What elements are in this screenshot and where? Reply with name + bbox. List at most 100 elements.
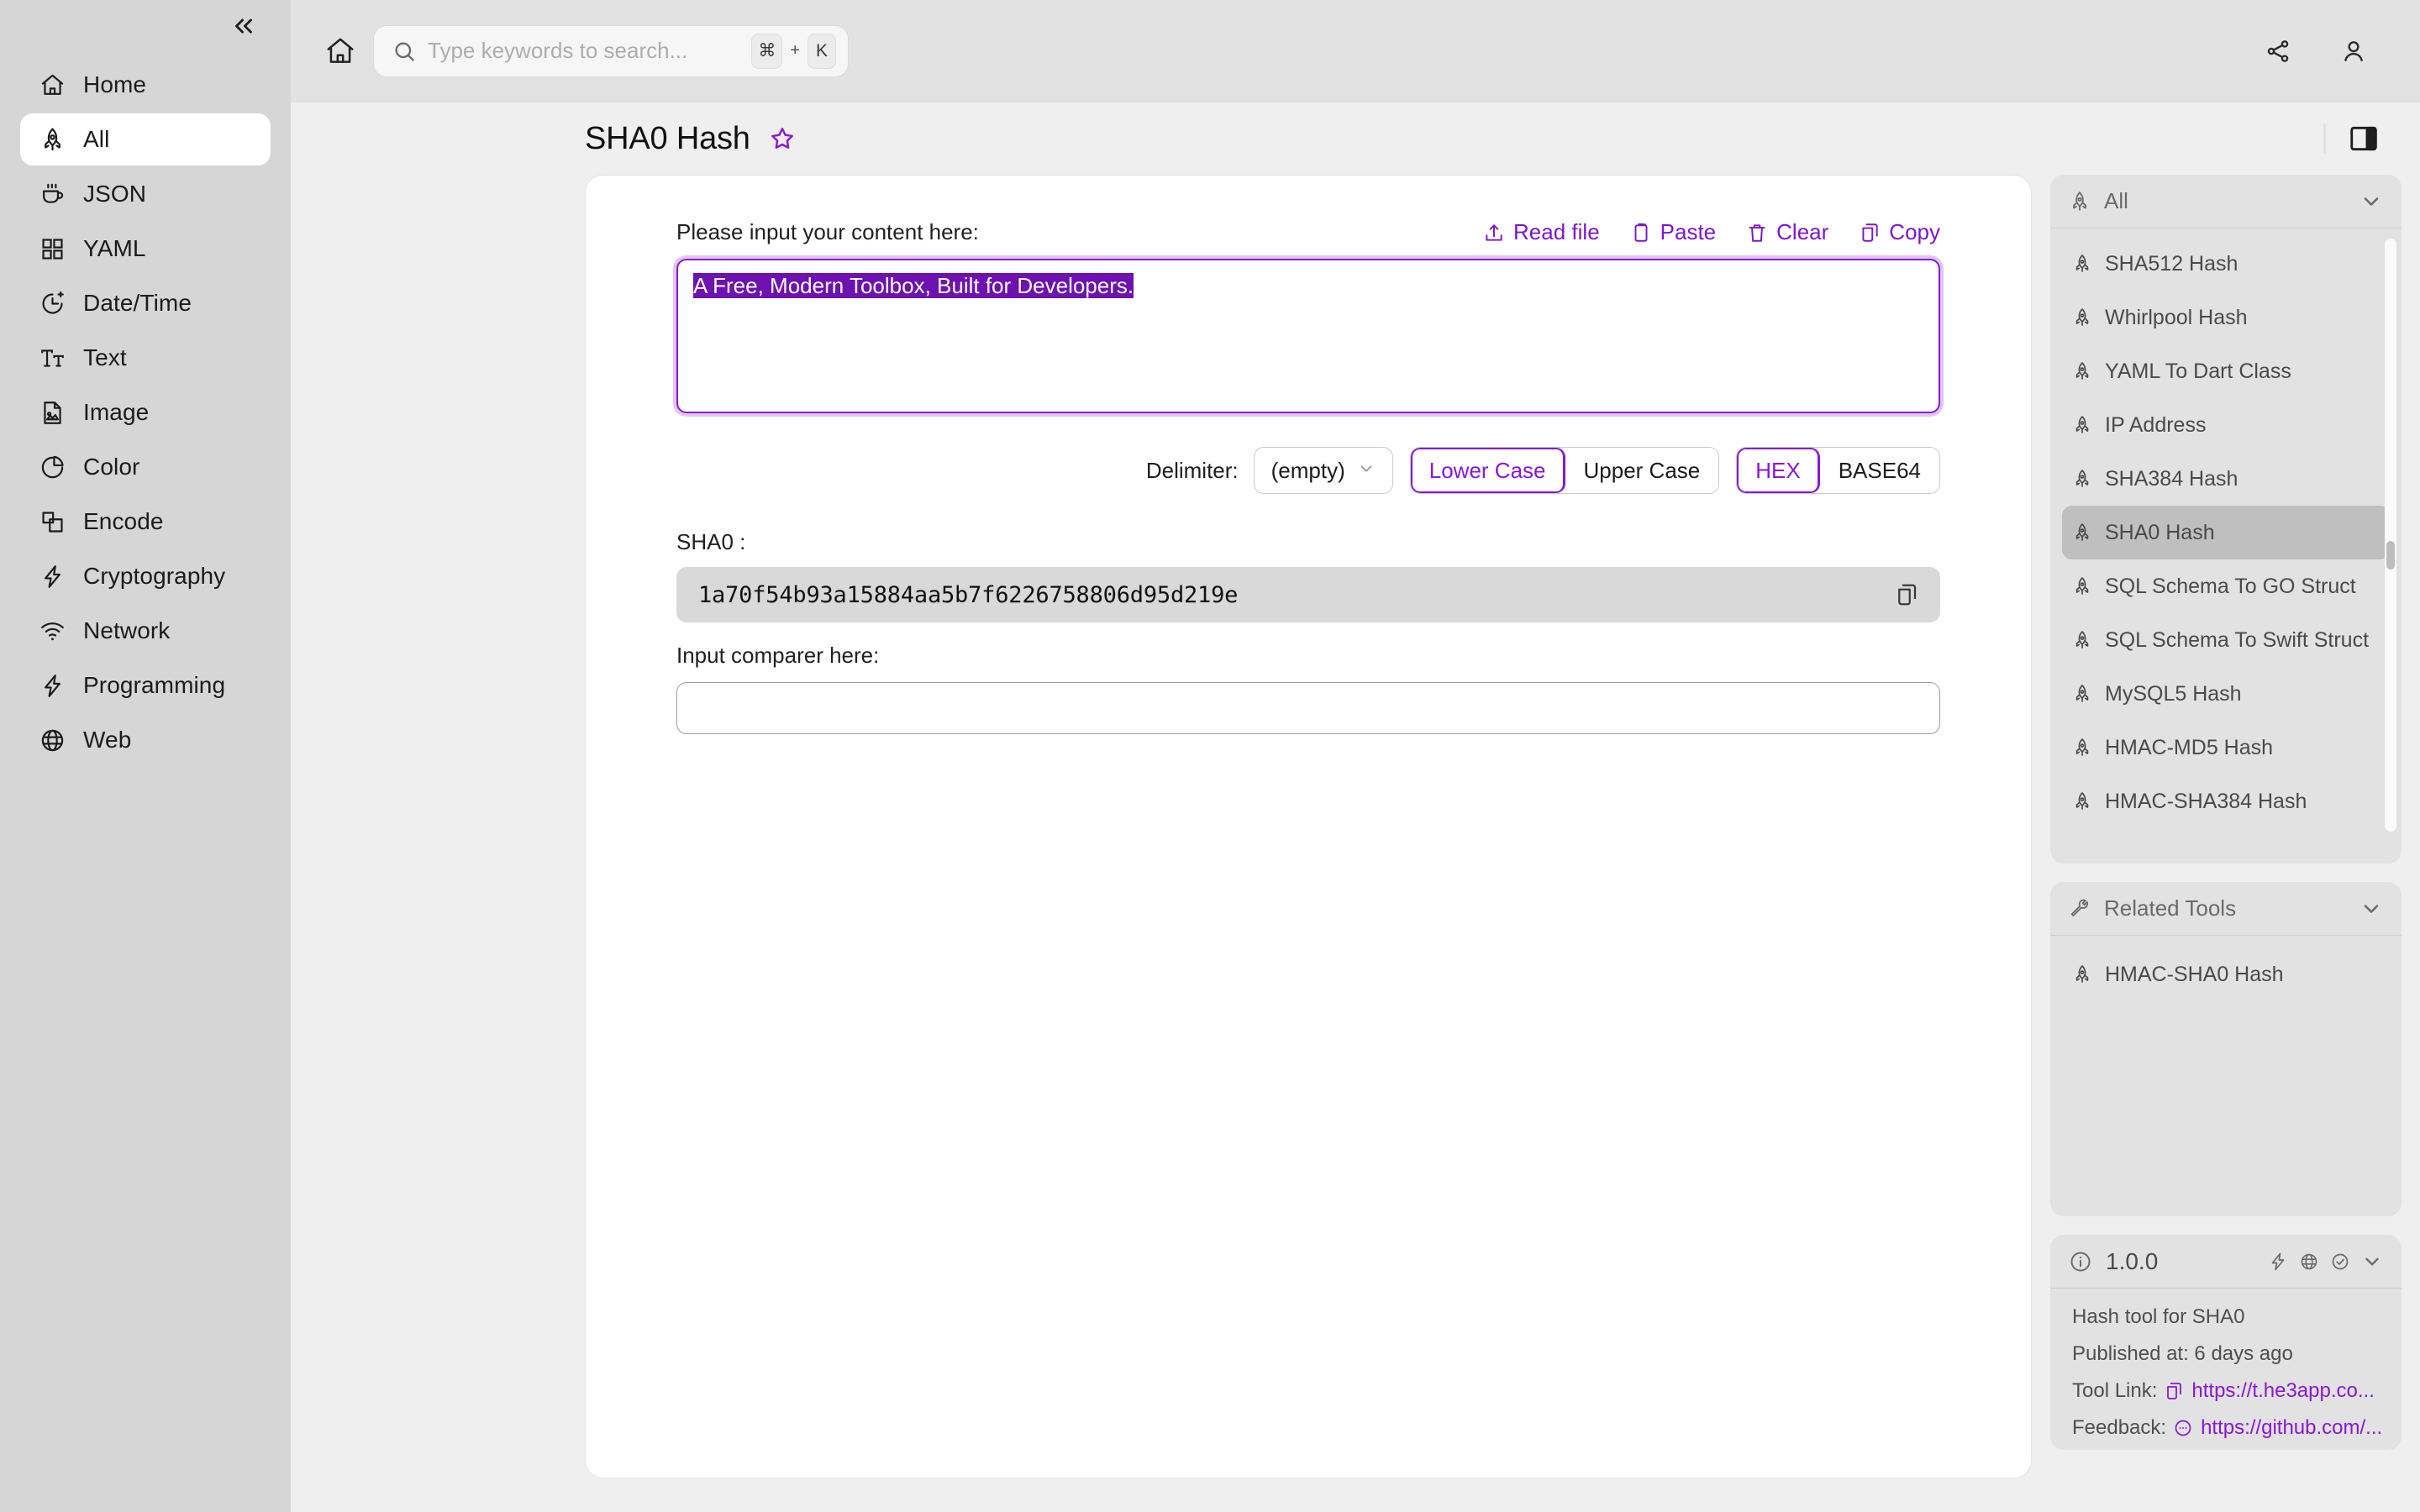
tool-info-panel: 1.0.0 Hash tool for SHA0 Published at: 6…	[2050, 1235, 2402, 1450]
page-title: SHA0 Hash	[585, 120, 750, 156]
paste-button[interactable]: Paste	[1630, 219, 1716, 245]
clipboard-icon	[1630, 222, 1652, 244]
feedback-link[interactable]: https://github.com/...	[2173, 1416, 2382, 1440]
sidebar-item-label: Web	[83, 727, 132, 753]
list-scrollbar-thumb[interactable]	[2386, 541, 2395, 570]
rocket-icon	[2072, 254, 2094, 274]
rocket-icon	[2072, 522, 2094, 543]
list-item-label: HMAC-MD5 Hash	[2105, 735, 2274, 759]
bolt-icon[interactable]	[2268, 1252, 2288, 1272]
comparer-input[interactable]	[676, 682, 1940, 734]
encoding-segmented-control: HEX BASE64	[1736, 447, 1940, 494]
chevron-down-icon[interactable]	[2361, 1251, 2383, 1273]
sidebar-item-text[interactable]: Text	[20, 332, 271, 384]
coffee-icon	[39, 181, 66, 208]
input-label: Please input your content here:	[676, 219, 979, 244]
list-item[interactable]: YAML To Dart Class	[2062, 344, 2390, 398]
rocket-icon	[39, 126, 66, 154]
topbar-actions	[2259, 32, 2393, 71]
list-item[interactable]: Whirlpool Hash	[2062, 291, 2390, 344]
sidebar-item-programming[interactable]: Programming	[20, 659, 271, 711]
message-icon	[2173, 1418, 2193, 1438]
sidebar-item-all[interactable]: All	[20, 113, 271, 165]
bolt-icon	[39, 672, 66, 700]
chevron-down-icon[interactable]	[2360, 190, 2383, 213]
list-item-label: YAML To Dart Class	[2105, 359, 2291, 383]
check-circle-icon[interactable]	[2330, 1252, 2350, 1272]
copy-icon[interactable]	[2164, 1381, 2184, 1401]
list-item[interactable]: HMAC-SHA384 Hash	[2062, 774, 2390, 828]
sidebar-item-label: Color	[83, 454, 140, 480]
search-shortcut-hint: ⌘ + K	[751, 33, 836, 69]
list-scrollbar-track[interactable]	[2385, 239, 2396, 832]
sidebar-item-image[interactable]: Image	[20, 386, 271, 438]
case-segmented-control: Lower Case Upper Case	[1409, 447, 1720, 494]
chevrons-left-icon[interactable]	[225, 8, 262, 45]
app-root: Home All JSON YAML Date/Time Text Image …	[0, 0, 2420, 1512]
image-icon	[39, 399, 66, 427]
copy-button[interactable]: Copy	[1859, 219, 1940, 245]
copy-icon[interactable]	[1888, 576, 1925, 613]
list-item[interactable]: SQL Schema To GO Struct	[2062, 559, 2390, 613]
right-rail: All SHA512 Hash Whirlpool Hash YAML To D…	[2050, 175, 2420, 1478]
delimiter-label: Delimiter:	[1145, 457, 1239, 483]
user-icon[interactable]	[2334, 32, 2373, 71]
sidebar-item-home[interactable]: Home	[20, 59, 271, 111]
hex-button[interactable]: HEX	[1737, 448, 1820, 493]
related-tools-panel: Related Tools HMAC-SHA0 Hash	[2050, 882, 2402, 1216]
list-item[interactable]: SHA384 Hash	[2062, 452, 2390, 506]
star-icon[interactable]	[769, 125, 796, 152]
list-item-active[interactable]: SHA0 Hash	[2062, 506, 2390, 559]
rocket-icon	[2072, 630, 2094, 650]
main-area: ⌘ + K SHA0 Hash	[291, 0, 2420, 1512]
sidebar-item-datetime[interactable]: Date/Time	[20, 277, 271, 329]
globe-icon	[39, 727, 66, 754]
right-panel-icon[interactable]	[2348, 123, 2380, 155]
share-icon[interactable]	[2259, 32, 2297, 71]
tool-description: Hash tool for SHA0	[2072, 1305, 2245, 1328]
pie-chart-icon	[39, 454, 66, 481]
delimiter-select[interactable]: (empty)	[1253, 447, 1393, 494]
sidebar-item-json[interactable]: JSON	[20, 168, 271, 220]
base64-button[interactable]: BASE64	[1819, 448, 1939, 493]
sidebar-item-cryptography[interactable]: Cryptography	[20, 550, 271, 602]
sidebar-item-yaml[interactable]: YAML	[20, 223, 271, 275]
list-item[interactable]: MySQL5 Hash	[2062, 667, 2390, 721]
sidebar-item-label: YAML	[83, 235, 146, 261]
list-item[interactable]: IP Address	[2062, 398, 2390, 452]
search-bar[interactable]: ⌘ + K	[373, 24, 849, 77]
read-file-button[interactable]: Read file	[1483, 219, 1600, 245]
rocket-icon	[2069, 191, 2091, 213]
all-tools-list: SHA512 Hash Whirlpool Hash YAML To Dart …	[2050, 228, 2402, 842]
list-item-label: HMAC-SHA0 Hash	[2105, 962, 2284, 986]
result-field: 1a70f54b93a15884aa5b7f6226758806d95d219e	[676, 567, 1940, 622]
content-textarea[interactable]: A Free, Modern Toolbox, Built for Develo…	[676, 259, 1940, 413]
top-bar: ⌘ + K	[291, 0, 2420, 102]
sidebar-item-label: Network	[83, 617, 171, 643]
sidebar-item-web[interactable]: Web	[20, 714, 271, 766]
rocket-icon	[2072, 738, 2094, 758]
related-panel-header[interactable]: Related Tools	[2050, 882, 2402, 936]
info-panel-actions	[2268, 1251, 2383, 1273]
list-item[interactable]: SQL Schema To Swift Struct	[2062, 613, 2390, 667]
info-panel-header[interactable]: 1.0.0	[2050, 1235, 2402, 1289]
sidebar-item-encode[interactable]: Encode	[20, 496, 271, 548]
search-input[interactable]	[428, 38, 740, 64]
list-item[interactable]: SHA512 Hash	[2062, 237, 2390, 291]
clear-button[interactable]: Clear	[1746, 219, 1828, 245]
list-item-label: SHA384 Hash	[2105, 466, 2238, 491]
sidebar-item-network[interactable]: Network	[20, 605, 271, 657]
lower-case-button[interactable]: Lower Case	[1410, 448, 1565, 493]
home-icon[interactable]	[318, 29, 363, 74]
sidebar-item-color[interactable]: Color	[20, 441, 271, 493]
tool-link[interactable]: https://t.he3app.co...	[2164, 1379, 2375, 1403]
list-item[interactable]: HMAC-SHA0 Hash	[2062, 948, 2390, 1001]
chevron-down-icon[interactable]	[2360, 897, 2383, 921]
globe-icon[interactable]	[2299, 1252, 2319, 1272]
info-icon	[2069, 1250, 2092, 1273]
upload-icon	[1483, 222, 1505, 244]
all-panel-header[interactable]: All	[2050, 175, 2402, 228]
options-row: Delimiter: (empty) Lower Case Upper Case	[676, 447, 1940, 494]
upper-case-button[interactable]: Upper Case	[1565, 448, 1719, 493]
list-item[interactable]: HMAC-MD5 Hash	[2062, 721, 2390, 774]
